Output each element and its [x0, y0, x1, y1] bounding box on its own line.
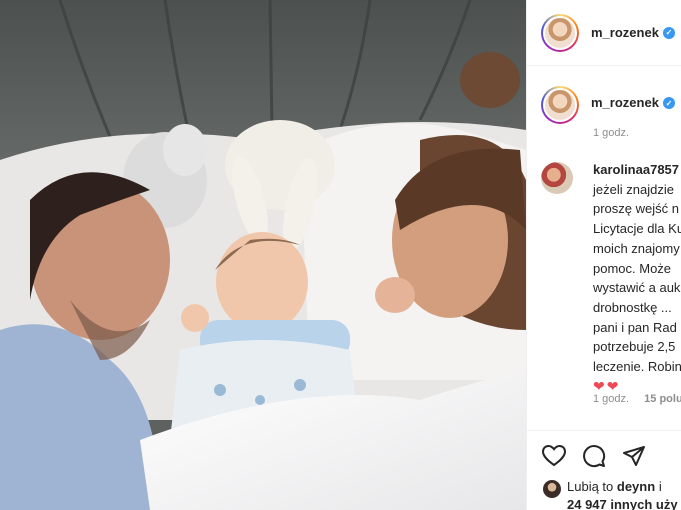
post-side-panel: m_rozenek ✓ m_rozenek ✓ 1 godz. karolina…	[526, 0, 681, 510]
action-bar	[527, 430, 681, 480]
liked-by-and: i	[658, 479, 662, 494]
comment-line: proszę wejść n	[593, 201, 679, 217]
verified-badge-icon: ✓	[662, 97, 675, 109]
comment-text: karolinaa7857 jeżeli znajdzie proszę wej…	[593, 160, 681, 396]
comment-meta: 1 godz. 15 polu	[593, 393, 681, 405]
liked-by-prefix: Lubią to	[567, 479, 614, 494]
commenter-username[interactable]: karolinaa7857	[593, 162, 679, 177]
avatar	[545, 90, 575, 120]
caption-username[interactable]: m_rozenek	[591, 95, 659, 124]
heart-icon[interactable]	[541, 443, 567, 469]
likes-count[interactable]: 24 947 innych uży	[567, 497, 678, 510]
verified-badge-icon: ✓	[662, 26, 675, 39]
comment-likes[interactable]: 15 polu	[644, 393, 681, 405]
share-icon[interactable]	[621, 443, 647, 469]
comment-icon[interactable]	[581, 443, 607, 469]
comment-line: potrzebuje 2,5	[593, 339, 676, 355]
comment-line: Licytacje dla Ku	[593, 221, 681, 237]
liker-avatar[interactable]	[543, 480, 561, 498]
post-timestamp[interactable]: 1 godz.	[593, 127, 629, 139]
comment-line: drobnostkę ...	[593, 299, 672, 315]
comment-line: jeżeli znajdzie	[593, 181, 674, 197]
comment-line: moich znajomy	[593, 240, 680, 256]
post-header: m_rozenek ✓	[527, 0, 681, 66]
commenter-avatar[interactable]	[541, 162, 573, 194]
comment-timestamp[interactable]: 1 godz.	[593, 393, 629, 405]
story-avatar[interactable]	[541, 13, 579, 52]
avatar	[545, 17, 575, 48]
caption-avatar[interactable]	[541, 86, 579, 124]
comment-line: leczenie. Robin	[593, 359, 681, 375]
header-username[interactable]: m_rozenek	[591, 25, 659, 40]
family-photo-illustration	[0, 0, 526, 510]
comment-line: pani i pan Rad	[593, 319, 677, 335]
post-photo[interactable]	[0, 0, 526, 510]
comment-line: pomoc. Może	[593, 260, 672, 276]
caption-author: m_rozenek ✓	[541, 86, 675, 124]
comment-line: wystawić a auk	[593, 280, 681, 296]
liker-username[interactable]: deynn	[617, 479, 655, 494]
